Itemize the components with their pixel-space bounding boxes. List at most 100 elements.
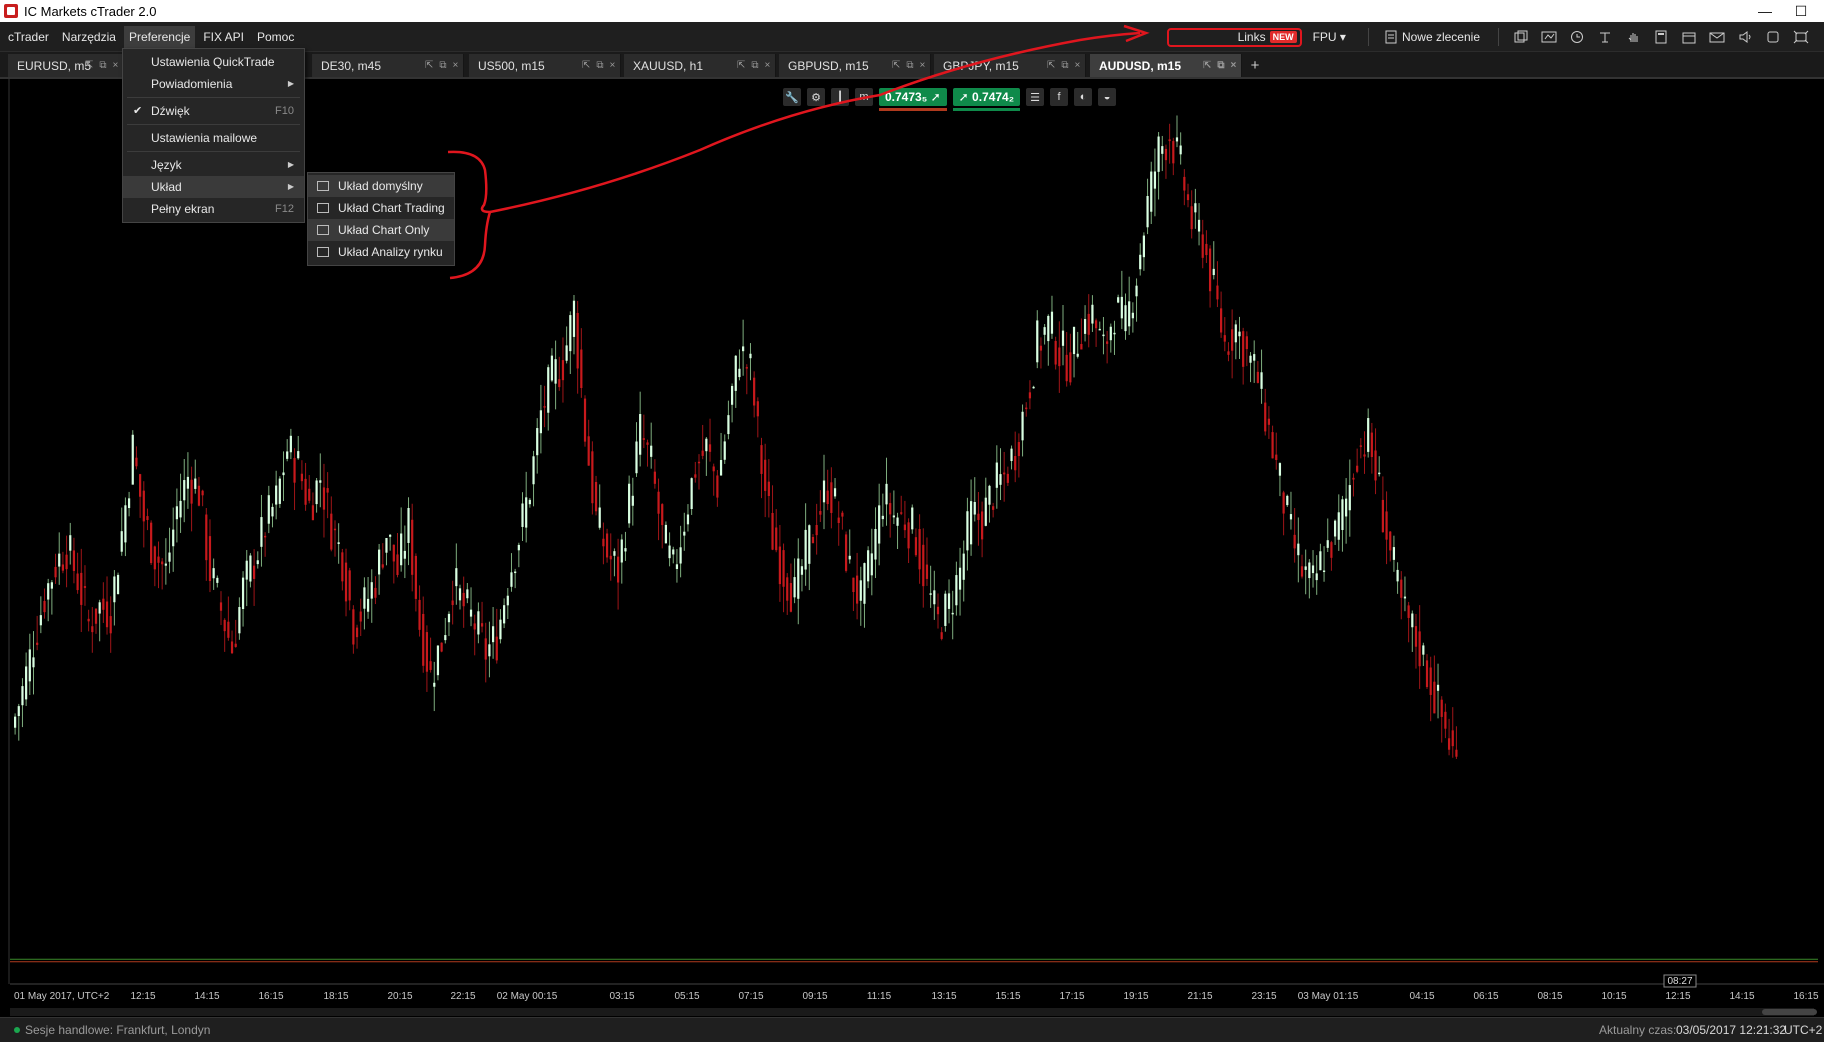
candle-body [859, 580, 862, 601]
candle-body [944, 593, 947, 626]
pref-menu-item-label: Pełny ekran [151, 202, 215, 216]
tab-de30[interactable]: DE30, m45 ⇱ ⧉ × [312, 54, 464, 77]
layout-option[interactable]: Układ Chart Only [308, 219, 454, 241]
new-order-button[interactable]: Nowe zlecenie [1402, 30, 1480, 44]
popout-icon[interactable]: ⧉ [439, 60, 446, 71]
layout-option[interactable]: Układ Chart Trading [308, 197, 454, 219]
share-icon[interactable]: ◐ [1074, 88, 1093, 106]
candle-body [1153, 171, 1157, 189]
pref-menu-item[interactable]: Układ ▶ [123, 176, 304, 198]
menu-help[interactable]: Pomoc [252, 26, 299, 48]
candle-body [396, 554, 399, 575]
sound-icon[interactable] [1736, 28, 1754, 46]
candle-body [348, 570, 351, 601]
menu-preferences[interactable]: Preferencje [123, 25, 196, 48]
detach-icon[interactable]: ⇱ [1203, 60, 1211, 71]
detach-icon[interactable]: ⇱ [737, 60, 745, 71]
facebook-icon[interactable]: f [1050, 88, 1069, 106]
candle-body [61, 564, 65, 571]
new-order-icon [1382, 28, 1400, 46]
popout-icon[interactable]: ⧉ [1217, 60, 1224, 71]
user-icon[interactable]: ◒ [1098, 88, 1117, 106]
candle-body [311, 505, 315, 521]
tab-audusd[interactable]: AUDUSD, m15 ⇱ ⧉ × [1090, 54, 1242, 77]
tab-us500[interactable]: US500, m15 ⇱ ⧉ × [469, 54, 621, 77]
split-icon[interactable] [1596, 28, 1614, 46]
candle-body [984, 497, 987, 526]
buy-price-button[interactable]: ➚ 0.7474₂ [952, 88, 1021, 111]
menu-separator [127, 124, 300, 125]
popout-icon[interactable]: ⧉ [751, 60, 758, 71]
menu-ctrader[interactable]: cTrader [3, 26, 54, 48]
candle-body [804, 529, 807, 570]
popout-icon[interactable]: ⧉ [596, 60, 603, 71]
window-icon[interactable] [1764, 28, 1782, 46]
candle-body [1220, 308, 1223, 333]
candle-body [1418, 631, 1421, 667]
tab-label: AUDUSD, m15 [1099, 58, 1182, 73]
horizontal-scrollbar[interactable] [10, 1008, 1814, 1016]
wrench-icon[interactable]: 🔧 [783, 88, 801, 106]
pref-menu-item[interactable]: ✔ Dźwięk F10 [123, 100, 304, 122]
links-button[interactable]: Links [1238, 30, 1266, 44]
candle-body [867, 550, 870, 582]
chart-mode-icon[interactable] [1540, 28, 1558, 46]
tab-gbpjpy[interactable]: GBPJPY, m15 ⇱ ⧉ × [934, 54, 1086, 77]
timezone-value[interactable]: UTC+2 [1784, 1023, 1822, 1037]
candle-body [116, 574, 120, 595]
mail-icon[interactable] [1708, 28, 1726, 46]
menu-fix-api[interactable]: FIX API [198, 26, 249, 48]
close-icon[interactable]: × [113, 60, 119, 71]
pref-menu-item[interactable]: Język ▶ [123, 154, 304, 176]
clock-icon[interactable] [1568, 28, 1586, 46]
detach-icon[interactable]: ⇱ [892, 60, 900, 71]
detach-icon[interactable]: ⇱ [425, 60, 433, 71]
calendar-icon[interactable] [1680, 28, 1698, 46]
candle-body [664, 524, 668, 544]
tab-eurusd[interactable]: EURUSD, m5 ⇱ ⧉ × [8, 54, 124, 77]
windows-icon[interactable] [1512, 28, 1530, 46]
candle-body [326, 488, 329, 493]
sell-price-button[interactable]: 0.7473₅ ➚ [879, 88, 947, 111]
close-icon[interactable]: × [765, 60, 771, 71]
candle-body [1271, 432, 1274, 459]
candle-body [1396, 569, 1399, 582]
scrollbar-thumb[interactable] [1762, 1009, 1817, 1015]
popout-icon[interactable]: ⧉ [906, 60, 913, 71]
close-icon[interactable]: × [1231, 60, 1237, 71]
hand-icon[interactable] [1624, 28, 1642, 46]
close-icon[interactable]: × [453, 60, 459, 71]
layout-option[interactable]: Układ Analizy rynku [308, 241, 454, 263]
popout-icon[interactable]: ⧉ [1061, 60, 1068, 71]
menu-tools[interactable]: Narzędzia [57, 26, 121, 48]
calculator-icon[interactable] [1652, 28, 1670, 46]
minimize-button[interactable]: — [1750, 0, 1780, 22]
fullscreen-icon[interactable] [1792, 28, 1810, 46]
fpu-dropdown[interactable]: FPU ▾ [1313, 30, 1346, 44]
pref-menu-item[interactable]: Ustawienia mailowe [123, 127, 304, 149]
close-icon[interactable]: × [1075, 60, 1081, 71]
candle-body [355, 627, 359, 638]
layout-option[interactable]: Układ domyślny [308, 175, 454, 197]
candle-body [385, 538, 388, 553]
chart-type-icon[interactable]: ┃ [831, 88, 849, 106]
x-tick-label: 14:15 [1729, 991, 1754, 1002]
add-tab-button[interactable]: + [1246, 54, 1264, 77]
pref-menu-item[interactable]: Powiadomienia ▶ [123, 73, 304, 95]
pref-menu-item[interactable]: Ustawienia QuickTrade [123, 51, 304, 73]
candle-body [1094, 320, 1098, 329]
tab-gbpusd[interactable]: GBPUSD, m15 ⇱ ⧉ × [779, 54, 931, 77]
list-icon[interactable]: ☰ [1026, 88, 1045, 106]
maximize-button[interactable]: ☐ [1786, 0, 1816, 22]
detach-icon[interactable]: ⇱ [1047, 60, 1055, 71]
close-icon[interactable]: × [610, 60, 616, 71]
detach-icon[interactable]: ⇱ [85, 60, 93, 71]
chart-settings-icon[interactable]: ⚙ [807, 88, 825, 106]
popout-icon[interactable]: ⧉ [99, 60, 106, 71]
close-icon[interactable]: × [920, 60, 926, 71]
pref-menu-item[interactable]: Pełny ekran F12 [123, 198, 304, 220]
detach-icon[interactable]: ⇱ [582, 60, 590, 71]
tab-xauusd[interactable]: XAUUSD, h1 ⇱ ⧉ × [624, 54, 776, 77]
timeframe-icon[interactable]: m [855, 88, 873, 106]
candle-body [1175, 137, 1179, 142]
